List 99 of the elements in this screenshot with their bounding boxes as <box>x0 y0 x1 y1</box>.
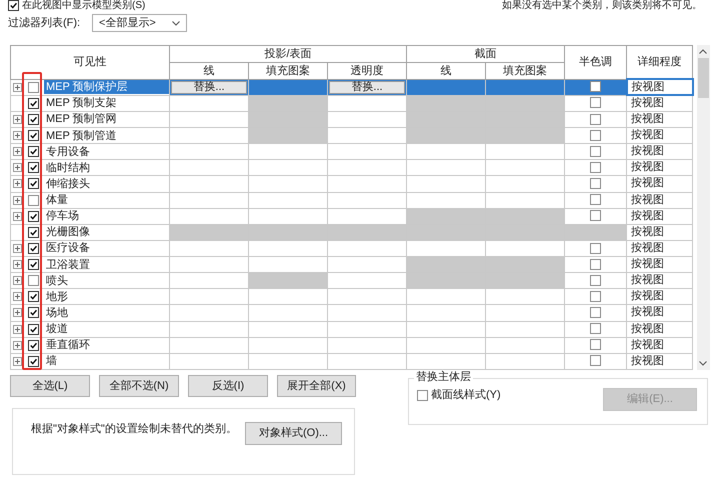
column-header: 投影/表面 <box>170 46 407 63</box>
detail-level-cell[interactable]: 按视图 <box>626 321 693 338</box>
checkbox[interactable] <box>28 82 39 93</box>
checkbox[interactable] <box>28 98 39 109</box>
filter-label: 过滤器列表(F): <box>8 16 82 31</box>
detail-level-cell[interactable]: 按视图 <box>626 272 693 289</box>
override-button[interactable]: 替换... <box>329 80 405 94</box>
detail-level-cell[interactable]: 按视图 <box>626 288 693 305</box>
column-header: 填充图案 <box>248 62 328 80</box>
category-name[interactable]: MEP 预制保护层 <box>44 80 169 94</box>
checkbox[interactable] <box>590 81 601 92</box>
column-header: 线 <box>406 62 486 80</box>
expand-icon[interactable] <box>13 340 22 350</box>
detail-level-cell[interactable]: 按视图 <box>626 208 693 224</box>
detail-level-cell[interactable]: 按视图 <box>626 160 693 176</box>
checkbox[interactable] <box>590 210 602 222</box>
detail-level-cell[interactable]: 按视图 <box>626 95 693 112</box>
checkbox[interactable] <box>28 291 39 302</box>
expand-icon[interactable] <box>13 114 22 124</box>
checkbox-label: 截面线样式(Y) <box>431 389 501 402</box>
scroll-up-icon[interactable] <box>699 49 708 54</box>
action-button[interactable]: 全部不选(N) <box>99 375 179 397</box>
checkbox[interactable] <box>590 130 602 141</box>
checkbox[interactable] <box>590 114 602 125</box>
detail-level-cell[interactable]: 按视图 <box>626 224 693 240</box>
detail-level-cell[interactable]: 按视图 <box>626 111 693 128</box>
scroll-down-icon[interactable] <box>699 361 708 366</box>
checkbox[interactable] <box>28 146 39 158</box>
group-title: 替换主体层 <box>414 371 473 384</box>
expand-icon[interactable] <box>13 324 22 334</box>
checkbox[interactable] <box>590 146 602 157</box>
column-header: 半色调 <box>564 46 627 80</box>
override-button[interactable]: 替换... <box>171 80 247 94</box>
expand-icon[interactable] <box>13 179 22 188</box>
checkbox[interactable] <box>28 210 39 222</box>
checkbox[interactable] <box>8 0 19 11</box>
expand-icon[interactable] <box>13 163 22 172</box>
checkbox[interactable] <box>28 226 39 238</box>
column-header: 线 <box>170 62 248 80</box>
scroll-thumb[interactable] <box>698 58 709 98</box>
checkbox[interactable] <box>28 242 39 254</box>
checkbox[interactable] <box>28 275 39 286</box>
column-header: 填充图案 <box>486 62 565 80</box>
detail-level-cell[interactable]: 按视图 <box>626 304 693 322</box>
checkbox[interactable] <box>417 390 428 401</box>
checkbox[interactable] <box>590 307 602 318</box>
checkbox[interactable] <box>590 194 602 206</box>
column-header: 透明度 <box>328 62 407 80</box>
checkbox[interactable] <box>28 259 39 270</box>
checkbox[interactable] <box>590 339 602 350</box>
filter-dropdown[interactable]: <全部显示> <box>92 14 187 32</box>
expand-icon[interactable] <box>13 131 22 140</box>
checkbox[interactable] <box>590 323 602 334</box>
checkbox[interactable] <box>28 114 39 125</box>
detail-level-cell[interactable]: 按视图 <box>626 240 693 257</box>
checkbox[interactable] <box>590 355 602 366</box>
action-button[interactable]: 展开全部(X) <box>277 375 356 397</box>
expand-icon[interactable] <box>13 82 22 92</box>
expand-icon[interactable] <box>13 292 22 302</box>
action-button[interactable]: 反选(I) <box>188 375 268 397</box>
detail-level-cell[interactable]: 按视图 <box>626 144 693 160</box>
column-header: 截面 <box>406 46 565 63</box>
checkbox[interactable] <box>590 242 602 254</box>
detail-level-cell[interactable]: 按视图 <box>626 256 693 273</box>
detail-level-cell[interactable]: 按视图 <box>626 353 693 370</box>
chevron-icon <box>172 20 180 26</box>
column-header: 可见性 <box>10 46 170 80</box>
expand-icon[interactable] <box>13 260 22 270</box>
checkbox[interactable] <box>28 178 39 190</box>
action-button[interactable]: 全选(L) <box>10 375 90 397</box>
checkbox[interactable] <box>590 274 602 286</box>
checkbox[interactable] <box>28 340 39 351</box>
checkbox[interactable] <box>28 194 39 206</box>
expand-icon[interactable] <box>13 244 22 253</box>
checkbox[interactable] <box>28 356 39 367</box>
checkbox[interactable] <box>28 324 39 335</box>
checkbox[interactable] <box>28 307 39 318</box>
checkbox[interactable] <box>590 162 602 173</box>
expand-icon[interactable] <box>13 356 22 366</box>
detail-level-cell[interactable]: 按视图 <box>626 192 693 208</box>
detail-level-cell[interactable]: 按视图 <box>626 176 693 192</box>
object-styles-button[interactable]: 对象样式(O)... <box>245 422 342 445</box>
expand-icon[interactable] <box>13 276 22 286</box>
checkbox[interactable] <box>590 178 602 190</box>
expand-icon[interactable] <box>13 212 22 221</box>
checkbox-label: 在此视图中显示模型类别(S) <box>22 0 146 11</box>
checkbox[interactable] <box>590 97 602 108</box>
note-text: 根据"对象样式"的设置绘制未替代的类别。 <box>31 422 238 437</box>
checkbox[interactable] <box>590 290 602 302</box>
checkbox[interactable] <box>590 258 602 270</box>
expand-icon[interactable] <box>13 147 22 156</box>
checkbox[interactable] <box>28 130 39 142</box>
detail-level-cell[interactable]: 按视图 <box>626 337 693 354</box>
detail-level-cell[interactable]: 按视图 <box>626 128 693 144</box>
expand-icon[interactable] <box>13 308 22 318</box>
column-header: 详细程度 <box>626 46 693 80</box>
scrollbar[interactable] <box>696 45 710 370</box>
checkbox[interactable] <box>28 162 39 174</box>
expand-icon[interactable] <box>13 196 22 205</box>
